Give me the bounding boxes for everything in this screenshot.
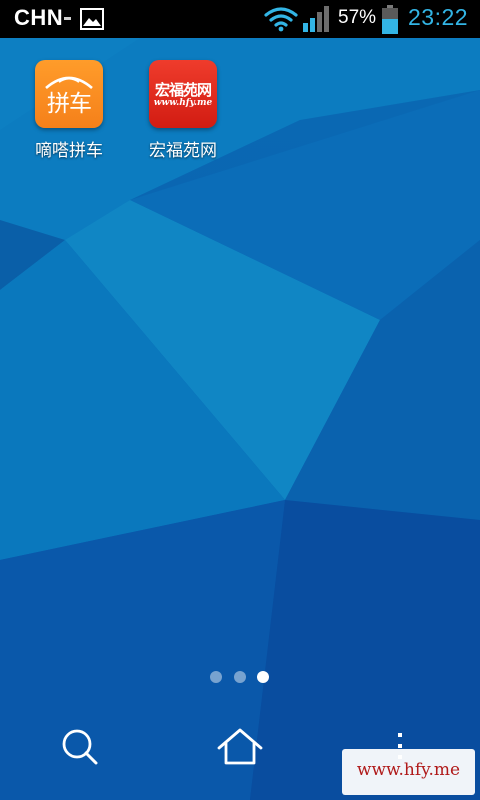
battery-icon — [382, 5, 398, 34]
app-didi-carpool[interactable]: 拼车 嘀嗒拼车 — [14, 60, 124, 164]
hfy-icon-text: 宏福苑网 — [154, 81, 212, 99]
app-hongfuyuan[interactable]: 宏福苑网 www.hfy.me 宏福苑网 — [128, 60, 238, 164]
carrier-separator — [64, 17, 71, 20]
home-screen: CHN 57% 23:22 拼车 嘀嗒拼车 宏福苑网 www.hfy.me 宏福… — [0, 0, 480, 800]
search-icon[interactable] — [54, 722, 106, 774]
didi-icon-text: 拼车 — [47, 91, 92, 117]
battery-percent: 57% — [338, 7, 377, 28]
clock: 23:22 — [408, 4, 469, 30]
page-dot-2[interactable] — [234, 671, 246, 683]
page-indicator — [210, 671, 270, 683]
hongfuyuan-icon[interactable]: 宏福苑网 www.hfy.me — [149, 60, 217, 128]
carrier-label: CHN — [14, 5, 64, 30]
app-label-hongfuyuan: 宏福苑网 — [149, 141, 217, 161]
watermark: www.hfy.me — [342, 749, 475, 795]
wifi-icon — [264, 7, 298, 32]
page-dot-1[interactable] — [210, 671, 222, 683]
home-icon[interactable] — [214, 722, 266, 774]
signal-icon — [303, 6, 329, 32]
status-bar: CHN 57% 23:22 — [0, 0, 480, 38]
watermark-text: www.hfy.me — [356, 760, 461, 780]
app-label-didi: 嘀嗒拼车 — [35, 141, 103, 161]
hfy-icon-url: www.hfy.me — [153, 98, 213, 108]
gallery-icon — [80, 8, 104, 30]
didi-carpool-icon[interactable]: 拼车 — [35, 60, 103, 128]
page-dot-3-active[interactable] — [257, 671, 269, 683]
